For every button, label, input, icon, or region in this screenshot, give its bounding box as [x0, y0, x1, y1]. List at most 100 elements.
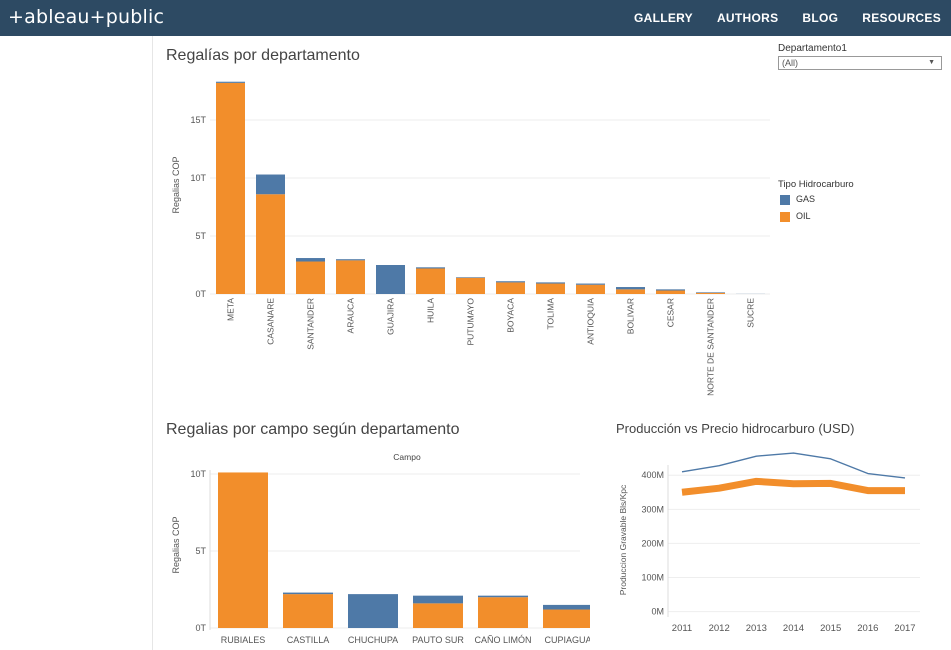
- chart3-xtick-label: 2011: [672, 623, 692, 634]
- chart3-ytick-label: 0M: [651, 607, 664, 617]
- chart1-ytick-label: 15T: [190, 115, 206, 125]
- chart2-category-label: CAÑO LIMÓN: [474, 635, 531, 645]
- regalias-campo-chart: Campo 0T 5T 10T Regalias COP RUBIALES CASTILLA…: [171, 452, 590, 645]
- chart1-category-label: SUCRE: [746, 298, 756, 328]
- legend-label-oil: OIL: [796, 211, 811, 221]
- chart1-category-label: ARAUCA: [346, 298, 356, 334]
- chart1-bar-oil: [216, 82, 245, 294]
- regalias-departamento-chart: 0T 5T 10T 15T Regalias COP META CASANARE SANTAN…: [171, 81, 770, 396]
- main-nav: GALLERY AUTHORS BLOG RESOURCES: [610, 0, 941, 36]
- nav-gallery[interactable]: GALLERY: [634, 11, 693, 25]
- chart2-bar-oil: [283, 594, 333, 628]
- chart1-bar-gas: [536, 282, 565, 284]
- chart3-title: Producción vs Precio hidrocarburo (USD): [616, 421, 855, 436]
- chart2-bar-gas: [413, 595, 463, 604]
- chart2-category-label: CHUCHUPA: [348, 635, 398, 645]
- chart2-bar-gas: [348, 594, 398, 628]
- legend-label-gas: GAS: [796, 194, 816, 204]
- chart2-ytick-label: 0T: [195, 623, 206, 633]
- chart2-bar-oil: [218, 472, 268, 628]
- chart1-bar-gas: [616, 287, 645, 290]
- chart1-y-axis-label: Regalias COP: [171, 156, 181, 213]
- chart1-category-label: SANTANDER: [306, 298, 316, 350]
- chart2-category-label: CASTILLA: [287, 635, 330, 645]
- chart1-bar-oil: [696, 292, 725, 294]
- chart1-bar-oil: [296, 261, 325, 294]
- nav-blog[interactable]: BLOG: [802, 11, 838, 25]
- legend-swatch-oil: [780, 211, 790, 222]
- chart1-bar-gas: [256, 174, 285, 195]
- chart1-bar-oil: [336, 260, 365, 294]
- chevron-down-icon[interactable]: ▼: [928, 57, 935, 69]
- legend-title: Tipo Hidrocarburo: [778, 179, 854, 190]
- chart2-category-label: CUPIAGUA: [544, 635, 590, 645]
- chart1-category-label: ANTIOQUIA: [586, 298, 596, 345]
- chart2-bar-oil: [413, 603, 463, 628]
- chart2-header-campo: Campo: [393, 452, 421, 462]
- chart3-xtick-label: 2016: [857, 623, 878, 634]
- nav-authors[interactable]: AUTHORS: [717, 11, 778, 25]
- chart1-bar-gas: [456, 277, 485, 278]
- chart1-bar-oil: [496, 282, 525, 294]
- chart1-category-label: META: [226, 298, 236, 321]
- chart1-category-label: NORTE DE SANTANDER: [706, 298, 716, 396]
- chart1-bar-oil: [656, 290, 685, 294]
- department-filter-dropdown[interactable]: (All) ▼: [778, 56, 942, 70]
- chart2-bar-oil: [543, 609, 590, 628]
- chart3-xtick-label: 2015: [820, 623, 841, 634]
- chart1-bar-gas: [216, 81, 245, 83]
- chart1-bar-gas: [656, 289, 685, 291]
- chart3-xtick-label: 2017: [894, 623, 915, 634]
- chart1-bar-oil: [616, 289, 645, 294]
- legend-swatch-gas: [780, 194, 790, 205]
- chart1-bar-oil: [256, 194, 285, 294]
- chart1-ytick-label: 10T: [190, 173, 206, 183]
- chart3-xtick-label: 2012: [709, 623, 730, 634]
- chart2-y-axis-label: Regalias COP: [171, 516, 181, 573]
- chart1-category-label: CESAR: [666, 298, 676, 327]
- chart3-y-axis-label: Produccion Gravable Bls/Kpc: [618, 484, 628, 595]
- chart1-category-label: HUILA: [426, 298, 436, 323]
- chart1-category-label: BOLIVAR: [626, 298, 636, 334]
- chart2-category-label: PAUTO SUR: [412, 635, 464, 645]
- chart1-ytick-label: 5T: [195, 231, 206, 241]
- chart1-bar-oil: [576, 284, 605, 294]
- chart2-ytick-label: 5T: [195, 546, 206, 556]
- top-navigation-bar: +ableau+public GALLERY AUTHORS BLOG RESO…: [0, 0, 951, 36]
- chart3-ytick-label: 300M: [641, 504, 664, 514]
- legend-item-gas[interactable]: GAS: [780, 194, 815, 205]
- chart1-category-label: GUAJIRA: [386, 298, 396, 335]
- chart3-xtick-label: 2014: [783, 623, 804, 634]
- chart1-ytick-label: 0T: [195, 289, 206, 299]
- chart1-bar-gas: [496, 281, 525, 283]
- produccion-precio-chart: 0M 100M 200M 300M 400M Produccion Gravable Bl…: [618, 452, 920, 634]
- department-filter-value: (All): [782, 58, 798, 68]
- chart1-title: Regalías por departamento: [166, 47, 360, 64]
- tableau-public-logo[interactable]: +ableau+public: [8, 6, 164, 28]
- chart2-ytick-label: 10T: [190, 469, 206, 479]
- chart1-category-label: TOLIMA: [546, 298, 556, 330]
- chart3-ytick-label: 400M: [641, 470, 664, 480]
- chart1-category-label: PUTUMAYO: [466, 298, 476, 346]
- chart2-bar-gas: [283, 592, 333, 595]
- chart2-title: Regalias por campo según departamento: [166, 421, 460, 438]
- chart1-bar-gas: [336, 259, 365, 261]
- chart3-ytick-label: 200M: [641, 538, 664, 548]
- chart1-bar-gas: [376, 265, 405, 294]
- chart1-bar-oil: [416, 268, 445, 294]
- legend-item-oil[interactable]: OIL: [780, 211, 811, 222]
- chart2-bar-gas: [478, 595, 528, 598]
- chart1-bar-gas: [296, 258, 325, 262]
- chart1-category-label: CASANARE: [266, 298, 276, 345]
- chart2-bar-oil: [478, 597, 528, 628]
- chart3-line-gas: [681, 452, 906, 479]
- chart1-bar-gas: [416, 267, 445, 269]
- chart3-xtick-label: 2013: [746, 623, 767, 634]
- chart2-category-label: RUBIALES: [221, 635, 266, 645]
- chart3-line-oil: [681, 477, 905, 496]
- department-filter-label: Departamento1: [778, 43, 847, 54]
- dashboard-left-border: [152, 36, 153, 650]
- chart1-bar-gas: [576, 283, 605, 285]
- chart2-bar-gas: [543, 604, 590, 610]
- nav-resources[interactable]: RESOURCES: [862, 11, 941, 25]
